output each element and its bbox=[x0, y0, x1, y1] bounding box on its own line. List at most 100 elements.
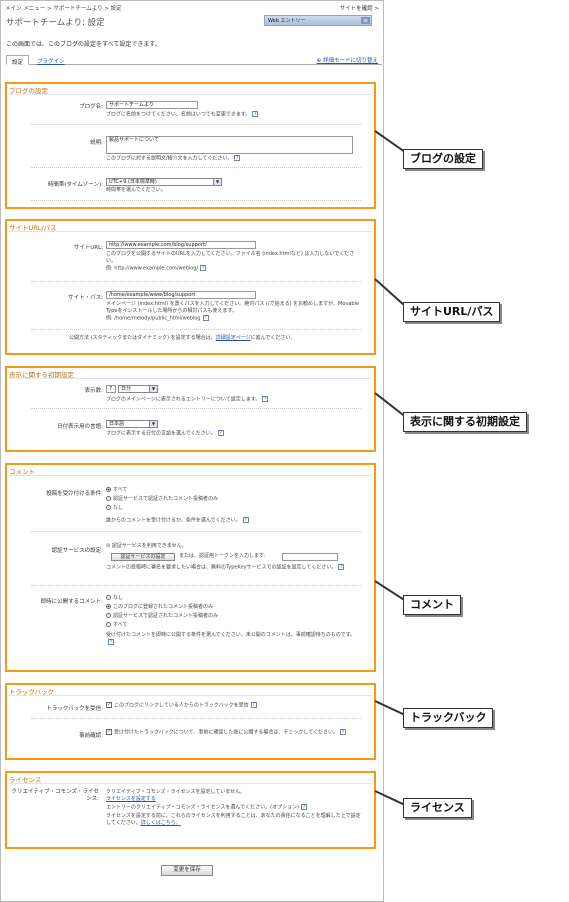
help-icon[interactable]: ? bbox=[250, 702, 257, 708]
callout-comments: コメント bbox=[403, 595, 461, 615]
help-icon[interactable]: ? bbox=[202, 315, 209, 321]
site-path-hint: メインページ (index.html) を置くパスを入力してください。絶対パス … bbox=[106, 301, 360, 314]
immediate-publish-label: 即時に公開するコメント: bbox=[40, 599, 103, 605]
hint-text: エントリーのクリエイティブ・コモンズ・ライセンスを選んでください。(オプション) bbox=[106, 804, 300, 811]
page-title: サポートチームより: 設定 bbox=[6, 18, 105, 28]
accept-option-none[interactable]: なし bbox=[106, 505, 123, 512]
auth-setup-button[interactable]: 認証サービスの設定 bbox=[111, 553, 175, 561]
option-label: このブログに登録されたコメント投稿者のみ bbox=[113, 604, 214, 610]
section-comments: コメント 投稿を受け付ける条件: すべて 認証サービスで認証されたコメント投稿者… bbox=[5, 463, 376, 672]
immediate-option-authenticated[interactable]: 認証サービスで認証されたコメント投稿者のみ bbox=[106, 613, 218, 620]
radio-icon[interactable] bbox=[106, 604, 111, 609]
chevron-down-icon: ▼ bbox=[149, 386, 157, 392]
hint-text: ブログに名前をつけてください。名前はいつでも変更できます。 bbox=[106, 111, 251, 118]
callout-license: ライセンス bbox=[403, 798, 472, 818]
search-icon[interactable]: ≡ bbox=[361, 17, 370, 24]
site-url-example: 例: http://www.example.com/weblog/? bbox=[106, 265, 207, 273]
date-language-value: 日本語 bbox=[109, 421, 125, 427]
search-input[interactable]: Web エントリー bbox=[268, 17, 306, 24]
timezone-label: 時間帯(タイムゾーン): bbox=[47, 182, 103, 188]
divider bbox=[31, 200, 361, 201]
radio-icon[interactable] bbox=[106, 496, 111, 501]
immediate-option-all[interactable]: すべて bbox=[106, 622, 127, 629]
help-icon[interactable]: ? bbox=[200, 265, 207, 271]
accept-option-authenticated[interactable]: 認証サービスで認証されたコメント投稿者のみ bbox=[106, 496, 218, 503]
publish-note-tail: に進んでください。 bbox=[250, 335, 296, 341]
accept-option-all[interactable]: すべて bbox=[106, 487, 127, 494]
description-field[interactable]: 製品サポートについて bbox=[106, 136, 353, 154]
callout-display-defaults: 表示に関する初期設定 bbox=[403, 412, 527, 432]
checkbox-icon[interactable]: ✓ bbox=[106, 729, 112, 735]
help-icon[interactable]: ? bbox=[217, 430, 224, 436]
moderate-trackback-label: 事前確認: bbox=[79, 733, 103, 739]
auth-token-note: または、認証用トークンを入力します: bbox=[179, 553, 266, 559]
option-label: 受け付けたトラックバックについて、事前に確認した後に公開する場合は、チェックして… bbox=[114, 729, 339, 736]
moderate-trackback-option[interactable]: ✓ 受け付けたトラックバックについて、事前に確認した後に公開する場合は、チェックし… bbox=[106, 729, 361, 737]
radio-icon[interactable] bbox=[106, 487, 111, 492]
option-label: 認証サービスで認証されたコメント投稿者のみ bbox=[113, 496, 219, 502]
hint-text: 誰からのコメントを受け付けるか、条件を選んでください。 bbox=[106, 517, 241, 524]
immediate-option-none[interactable]: なし bbox=[106, 595, 123, 602]
timezone-value: UTC+9 (日本標準時) bbox=[109, 179, 157, 185]
date-language-select[interactable]: 日本語 ▼ bbox=[106, 420, 158, 428]
divider bbox=[31, 585, 361, 586]
radio-icon[interactable] bbox=[106, 622, 111, 627]
callout-blog-settings: ブログの設定 bbox=[403, 149, 483, 169]
blog-name-label: ブログ名: bbox=[79, 104, 103, 110]
timezone-select[interactable]: UTC+9 (日本標準時) ▼ bbox=[106, 178, 222, 186]
more-info-link[interactable]: 詳しくはこちら。 bbox=[141, 820, 181, 826]
description-hint: このブログに対する説明文/紹介文を入力してください。? bbox=[106, 155, 241, 163]
hint-text: 例: http://www.example.com/weblog/ bbox=[106, 265, 199, 272]
search-box[interactable]: Web エントリー ≡ bbox=[264, 15, 372, 26]
auth-hint: コメントの投稿時に署名を要求したい場合は、無料のTypeKeyサービスでの認証を… bbox=[106, 564, 361, 572]
advanced-mode-link[interactable]: ⊕ 詳細モードに切り替え bbox=[317, 56, 378, 64]
section-trackback: トラックバック トラックバックを受信: ✓ このブログにリンクしている人からのトラ… bbox=[5, 683, 376, 760]
view-site-link[interactable]: サイトを確認 > bbox=[340, 4, 379, 12]
tab-bar: 設定 プラグイン ⊕ 詳細モードに切り替え bbox=[6, 55, 382, 66]
breadcrumb[interactable]: メイン メニュー > サポートチームより > 設定 bbox=[5, 4, 122, 12]
hint-text: 例: /home/melody/public_html/weblog bbox=[106, 315, 201, 322]
accept-trackback-option[interactable]: ✓ このブログにリンクしている人からのトラックバックを受信? bbox=[106, 702, 257, 710]
checkbox-icon[interactable]: ✓ bbox=[106, 702, 112, 708]
top-bar: メイン メニュー > サポートチームより > 設定 サイトを確認 > bbox=[5, 4, 379, 13]
auth-service-label: 認証サービスの設定: bbox=[51, 548, 103, 554]
divider bbox=[31, 281, 361, 282]
immediate-option-registered[interactable]: このブログに登録されたコメント投稿者のみ bbox=[106, 604, 213, 611]
hint-text: このブログに対する説明文/紹介文を入力してください。 bbox=[106, 155, 233, 162]
chevron-down-icon: ▼ bbox=[213, 179, 221, 185]
divider bbox=[9, 94, 372, 95]
entry-unit-select[interactable]: 日分 ▼ bbox=[118, 385, 158, 393]
publish-method-note: 公開方法 (スタティックまたはダイナミック) を設定する場合は、詳細設定ページに… bbox=[69, 335, 295, 342]
publish-note-text: 公開方法 (スタティックまたはダイナミック) を設定する場合は、 bbox=[69, 335, 216, 341]
tab-plugins[interactable]: プラグイン bbox=[32, 55, 70, 65]
entry-count-field[interactable]: 7 bbox=[106, 385, 116, 393]
accept-comments-label: 投稿を受け付ける条件: bbox=[46, 491, 103, 497]
help-icon[interactable]: ? bbox=[108, 639, 114, 645]
site-url-hint: このブログを公開するサイトのURLを入力してください。ファイル名 (index.… bbox=[106, 251, 355, 264]
auth-token-field[interactable] bbox=[282, 553, 338, 561]
radio-icon[interactable] bbox=[106, 505, 111, 510]
site-path-field[interactable]: /home/example/www/blog/support bbox=[106, 291, 256, 299]
blog-name-hint: ブログに名前をつけてください。名前はいつでも変更できます。? bbox=[106, 111, 259, 119]
radio-icon[interactable] bbox=[106, 613, 111, 618]
help-icon[interactable]: ? bbox=[242, 517, 249, 523]
help-icon[interactable]: ? bbox=[234, 155, 241, 161]
help-icon[interactable]: ? bbox=[340, 729, 347, 735]
help-icon[interactable]: ? bbox=[338, 564, 345, 570]
hint-text: 受け付けたコメントを即時に公開する条件を選んでください。未公開のコメントは、事前… bbox=[106, 632, 356, 638]
tab-settings[interactable]: 設定 bbox=[6, 55, 30, 66]
advanced-settings-link[interactable]: 詳細設定ページ bbox=[216, 335, 251, 341]
help-icon[interactable]: ? bbox=[252, 111, 259, 117]
save-changes-button[interactable]: 変更を保存 bbox=[161, 865, 213, 876]
callout-site-url: サイトURL/パス bbox=[403, 302, 501, 322]
help-icon[interactable]: ? bbox=[262, 396, 269, 402]
entry-unit-value: 日分 bbox=[121, 386, 132, 392]
radio-icon[interactable] bbox=[106, 595, 111, 600]
blog-name-field[interactable]: サポートチームより bbox=[106, 101, 198, 109]
date-language-label: 日付表示用の言語: bbox=[57, 424, 103, 430]
settings-page: メイン メニュー > サポートチームより > 設定 サイトを確認 > サポートチ… bbox=[0, 0, 384, 902]
option-label: 認証サービスで認証されたコメント投稿者のみ bbox=[113, 613, 219, 619]
help-icon[interactable]: ? bbox=[301, 804, 308, 810]
site-url-field[interactable]: http://www.example.com/blog/support/ bbox=[106, 241, 256, 249]
set-license-link[interactable]: ライセンスを設定する bbox=[106, 796, 156, 803]
